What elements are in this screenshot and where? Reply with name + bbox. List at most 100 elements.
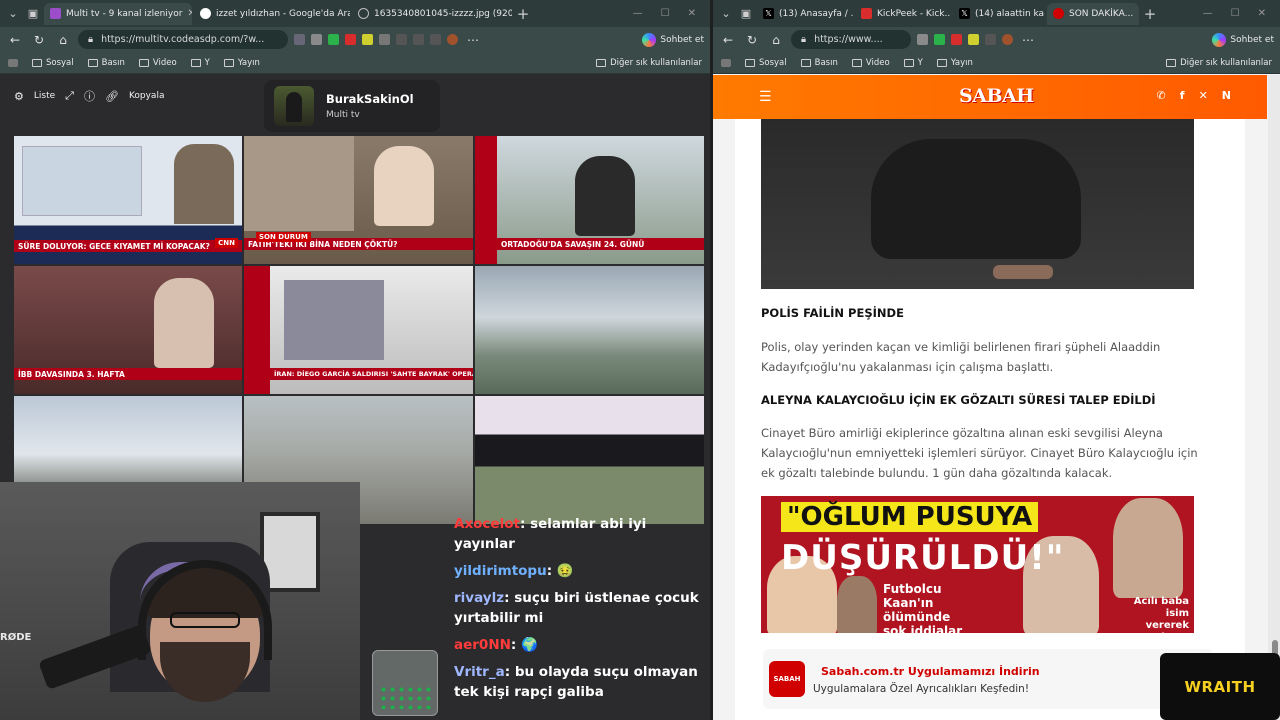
profile-avatar[interactable]: [1002, 34, 1013, 45]
page-scrollbar[interactable]: [1268, 75, 1280, 720]
minimize-icon[interactable]: —: [633, 8, 643, 19]
tab-sabah[interactable]: SON DAKİKA... ✕: [1047, 2, 1139, 25]
tab-list-icon[interactable]: ⌄: [717, 5, 735, 23]
other-favorites[interactable]: Diğer sık kullanılanlar: [596, 58, 702, 68]
whatsapp-icon[interactable]: ✆: [1157, 89, 1166, 102]
extension-icon[interactable]: [294, 34, 305, 45]
url-field[interactable]: 🔒︎ https://multitv.codeasdp.com/?w...: [78, 30, 288, 49]
bookmark-bar-toggle-icon[interactable]: [8, 58, 18, 67]
info-icon[interactable]: ⓘ: [84, 88, 95, 104]
extension-icon[interactable]: [328, 34, 339, 45]
bookmark-folder[interactable]: Basın: [800, 58, 838, 68]
bookmark-folder[interactable]: Sosyal: [745, 58, 787, 68]
stream-grid: SÜRE DOLUYOR: GECE KIYAMET Mİ KOPACAK? C…: [14, 136, 704, 524]
extension-icon[interactable]: [917, 34, 928, 45]
x-favicon-icon: 𝕏: [763, 8, 774, 19]
copilot-button[interactable]: Sohbet et: [1212, 32, 1274, 47]
new-tab-icon[interactable]: +: [1141, 5, 1159, 23]
stream-tile[interactable]: [475, 396, 704, 524]
back-icon[interactable]: ←: [6, 33, 24, 47]
bookmark-folder[interactable]: Basın: [87, 58, 125, 68]
tab-google-search[interactable]: izzet yıldızhan - Google'da Ara ✕: [194, 3, 350, 25]
app-download-promo[interactable]: SABAH Sabah.com.tr Uygulamamızı İndirin …: [763, 649, 1213, 709]
tab-image[interactable]: 1635340801045-izzzz.jpg (920×51 ✕: [352, 3, 512, 25]
hamburger-menu-icon[interactable]: ☰: [759, 89, 772, 105]
refresh-icon[interactable]: ↻: [743, 33, 761, 47]
bookmark-folder[interactable]: Sosyal: [32, 58, 74, 68]
tab-label: KickPeek - Kick...: [877, 8, 951, 19]
stream-tile[interactable]: İRAN: DİEGO GARCİA SALDIRISI 'SAHTE BAYR…: [244, 266, 473, 394]
bookmark-folder[interactable]: Video: [851, 58, 890, 68]
home-icon[interactable]: ⌂: [767, 33, 785, 47]
tip-jar: [372, 650, 438, 716]
home-icon[interactable]: ⌂: [54, 33, 72, 47]
link-icon[interactable]: 🔗︎: [105, 90, 119, 103]
close-tab-icon[interactable]: ✕: [1138, 8, 1139, 19]
other-favorites[interactable]: Diğer sık kullanılanlar: [1166, 58, 1272, 68]
tab-list-icon[interactable]: ⌄: [4, 5, 22, 23]
maximize-icon[interactable]: ☐: [661, 8, 670, 19]
tab-label: 1635340801045-izzzz.jpg (920×51: [374, 8, 512, 19]
bookmark-folder[interactable]: Y: [190, 58, 210, 68]
n-icon[interactable]: N: [1222, 89, 1231, 102]
tab-x-home[interactable]: 𝕏 (13) Anasayfa / ... ✕: [757, 3, 853, 25]
new-tab-icon[interactable]: +: [514, 5, 532, 23]
channel-card[interactable]: BurakSakinOl Multi tv: [264, 80, 440, 132]
ad-subtext-2: Acılı baba isim vererek anlattı!: [1133, 596, 1189, 633]
stream-tile[interactable]: İBB DAVASINDA 3. HAFTA: [14, 266, 242, 394]
bookmark-folder[interactable]: Video: [138, 58, 177, 68]
extension-icon[interactable]: [934, 34, 945, 45]
fullscreen-icon[interactable]: ⤢: [65, 89, 74, 103]
url-field[interactable]: 🔒︎ https://www....: [791, 30, 911, 49]
close-tab-icon[interactable]: ✕: [187, 8, 192, 19]
folder-icon: [223, 58, 234, 67]
chat-message: aer0NN: 🌍: [454, 637, 538, 653]
extension-icon[interactable]: [379, 34, 390, 45]
x-icon[interactable]: ✕: [1199, 89, 1208, 102]
stream-tile[interactable]: SÜRE DOLUYOR: GECE KIYAMET Mİ KOPACAK? C…: [14, 136, 242, 264]
tab-kickpeek[interactable]: KickPeek - Kick... ✕: [855, 3, 951, 25]
split-screen-icon[interactable]: [985, 34, 996, 45]
workspaces-icon[interactable]: ▣: [737, 5, 755, 23]
bookmark-folder[interactable]: Yayın: [936, 58, 973, 68]
stream-tile[interactable]: FATİH'TEKİ İKİ BİNA NEDEN ÇÖKTÜ? SON DUR…: [244, 136, 473, 264]
workspaces-icon[interactable]: ▣: [24, 5, 42, 23]
close-window-icon[interactable]: ✕: [1258, 8, 1266, 19]
stream-tile[interactable]: [475, 266, 704, 394]
bookmark-bar-toggle-icon[interactable]: [721, 58, 731, 67]
more-menu-icon[interactable]: ⋯: [1019, 33, 1037, 47]
extension-icon[interactable]: [362, 34, 373, 45]
close-window-icon[interactable]: ✕: [688, 8, 696, 19]
copilot-button[interactable]: Sohbet et: [642, 32, 704, 47]
favorites-icon[interactable]: [413, 34, 424, 45]
related-news-banner[interactable]: "OĞLUM PUSUYA DÜŞÜRÜLDÜ!" Futbolcu Kaan'…: [761, 496, 1194, 633]
extension-icon[interactable]: [968, 34, 979, 45]
extension-icon[interactable]: [951, 34, 962, 45]
extension-icon[interactable]: [311, 34, 322, 45]
profile-avatar[interactable]: [447, 34, 458, 45]
sabah-logo[interactable]: SABAH: [959, 85, 1034, 107]
maximize-icon[interactable]: ☐: [1231, 8, 1240, 19]
more-menu-icon[interactable]: ⋯: [464, 33, 482, 47]
facebook-icon[interactable]: f: [1180, 89, 1185, 102]
chat-message: Axocelot: selamlar abi iyi yayınlar: [454, 516, 647, 552]
article-photo: [761, 119, 1194, 289]
bookmark-folder[interactable]: Yayın: [223, 58, 260, 68]
list-button[interactable]: Liste: [34, 91, 55, 101]
refresh-icon[interactable]: ↻: [30, 33, 48, 47]
reporter-figure: [374, 146, 434, 226]
copy-button[interactable]: Kopyala: [129, 91, 165, 101]
split-screen-icon[interactable]: [396, 34, 407, 45]
extension-icon[interactable]: [345, 34, 356, 45]
settings-icon[interactable]: ⚙: [14, 90, 24, 103]
back-icon[interactable]: ←: [719, 33, 737, 47]
address-bar: ← ↻ ⌂ 🔒︎ https://www.... ⋯ Sohbet et: [713, 27, 1280, 52]
collections-icon[interactable]: [430, 34, 441, 45]
promo-title[interactable]: Sabah.com.tr Uygulamamızı İndirin: [821, 665, 1040, 678]
tab-x-profile[interactable]: 𝕏 (14) alaattin ka... ✕: [953, 3, 1045, 25]
minimize-icon[interactable]: —: [1203, 8, 1213, 19]
stream-tile[interactable]: ORTADOĞU'DA SAVAŞIN 24. GÜNÜ: [475, 136, 704, 264]
bookmark-folder[interactable]: Y: [903, 58, 923, 68]
folder-icon: [596, 58, 607, 67]
tab-multitv[interactable]: Multi tv - 9 kanal izleniyor ✕: [44, 2, 192, 25]
